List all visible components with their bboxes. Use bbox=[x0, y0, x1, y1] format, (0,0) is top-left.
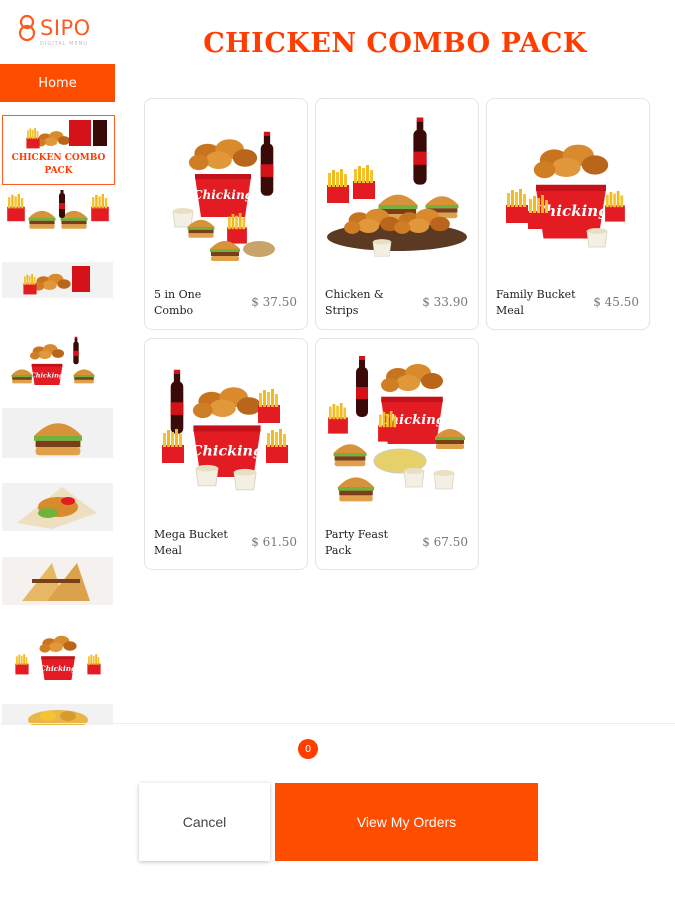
burger-meal-thumbnail-icon bbox=[7, 190, 109, 229]
logo-icon bbox=[18, 14, 36, 42]
product-image bbox=[162, 369, 288, 491]
home-button[interactable]: Home bbox=[0, 64, 115, 102]
sidebar-item-chicken-combo-pack[interactable]: CHICKEN COMBO PACK bbox=[2, 115, 115, 185]
brand-tagline: DIGITAL MENU bbox=[40, 41, 89, 47]
view-my-orders-button[interactable]: View My Orders bbox=[275, 783, 538, 861]
sidebar-item-burger[interactable] bbox=[2, 408, 113, 458]
product-price: $ 33.90 bbox=[422, 295, 468, 309]
sidebar-item-bucket[interactable] bbox=[2, 630, 113, 680]
product-card[interactable]: Chicken & Strips $ 33.90 bbox=[315, 98, 479, 330]
product-card[interactable]: Party Feast Pack $ 67.50 bbox=[315, 338, 479, 570]
brand-logo: SIPO DIGITAL MENU bbox=[18, 14, 108, 50]
cart-count-badge: 0 bbox=[298, 739, 318, 759]
bucket-combo-thumbnail-icon bbox=[2, 262, 113, 298]
product-card[interactable]: Family Bucket Meal $ 45.50 bbox=[486, 98, 650, 330]
footer-divider bbox=[0, 723, 675, 724]
snack-thumbnail-icon bbox=[2, 704, 113, 725]
product-price: $ 67.50 bbox=[422, 535, 468, 549]
sandwich-thumbnail-icon bbox=[2, 557, 113, 605]
product-card[interactable]: Mega Bucket Meal $ 61.50 bbox=[144, 338, 308, 570]
sidebar-item-family-meal[interactable] bbox=[2, 335, 113, 385]
combo-thumbnail-icon bbox=[3, 116, 114, 150]
product-image bbox=[327, 117, 467, 257]
family-meal-thumbnail-icon bbox=[11, 336, 95, 385]
sidebar-item-label: CHICKEN COMBO PACK bbox=[11, 153, 106, 176]
product-price: $ 45.50 bbox=[593, 295, 639, 309]
product-name: Chicken & Strips bbox=[325, 288, 384, 317]
sidebar-item-bucket-combo[interactable] bbox=[2, 262, 113, 298]
product-card[interactable]: 5 in One Combo $ 37.50 bbox=[144, 98, 308, 330]
page-title: CHICKEN COMBO PACK bbox=[203, 28, 587, 59]
sidebar-item-snack[interactable] bbox=[2, 704, 113, 725]
sidebar: SIPO DIGITAL MENU Home CHICKEN COMBO PAC… bbox=[0, 0, 115, 725]
product-price: $ 61.50 bbox=[251, 535, 297, 549]
product-name: 5 in One Combo bbox=[154, 288, 202, 317]
product-price: $ 37.50 bbox=[251, 295, 297, 309]
product-name: Mega Bucket Meal bbox=[154, 528, 228, 557]
sidebar-item-wrap[interactable] bbox=[2, 483, 113, 531]
product-image bbox=[172, 131, 275, 261]
wrap-thumbnail-icon bbox=[2, 483, 113, 531]
product-name: Party Feast Pack bbox=[325, 528, 389, 557]
sidebar-item-burger-meal[interactable] bbox=[2, 190, 113, 236]
burger-thumbnail-icon bbox=[2, 408, 113, 458]
cancel-button[interactable]: Cancel bbox=[139, 783, 270, 861]
sidebar-item-sandwich[interactable] bbox=[2, 557, 113, 605]
bucket-thumbnail-icon bbox=[15, 635, 101, 680]
product-image bbox=[506, 144, 625, 248]
product-image bbox=[328, 356, 465, 502]
product-name: Family Bucket Meal bbox=[496, 288, 576, 317]
brand-name: SIPO bbox=[40, 16, 91, 40]
